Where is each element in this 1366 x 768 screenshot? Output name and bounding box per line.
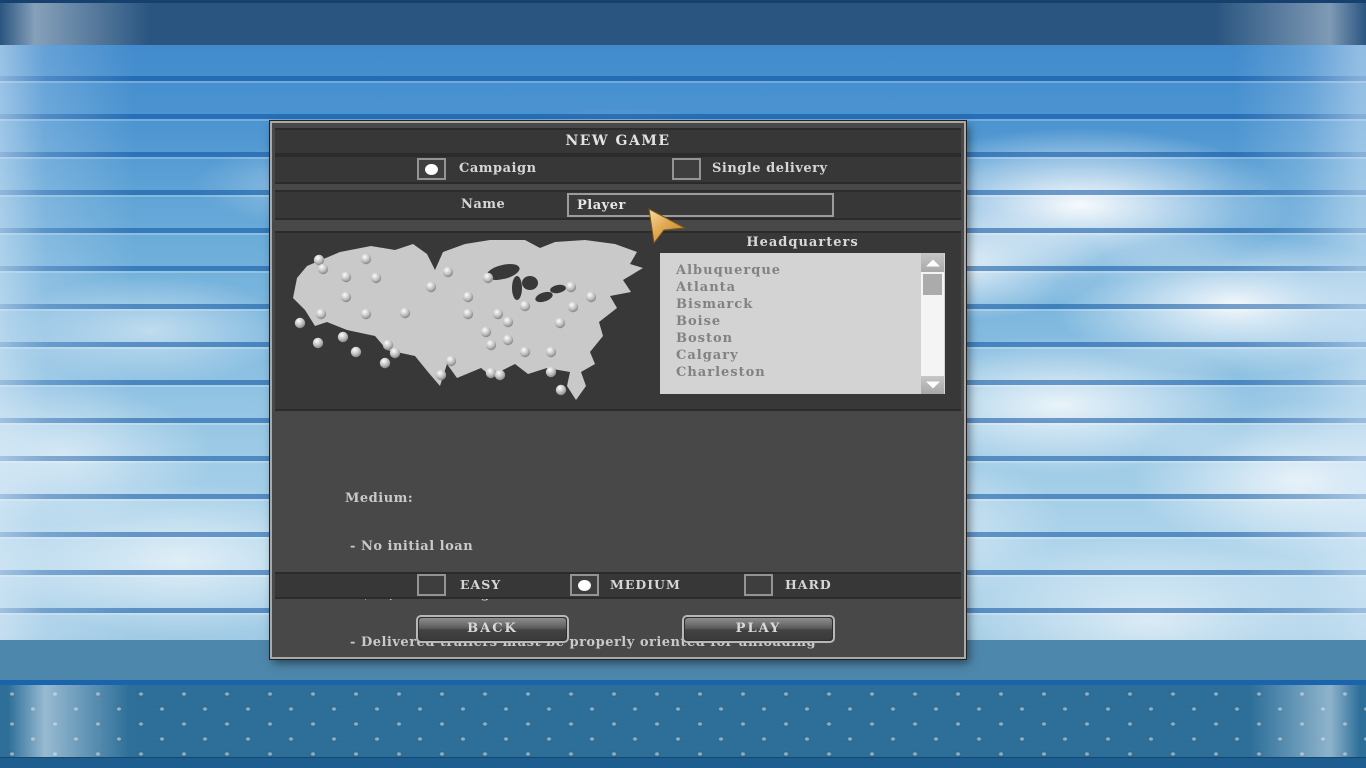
game-screen: NEW GAME Campaign Single delivery Name H… xyxy=(0,0,1366,768)
list-item[interactable]: Calgary xyxy=(660,347,945,364)
medium-radio[interactable] xyxy=(570,574,599,596)
campaign-radio-dot xyxy=(425,164,438,175)
usa-map xyxy=(285,240,645,404)
play-button[interactable]: PLAY xyxy=(682,615,835,643)
scrollbar-thumb[interactable] xyxy=(923,274,942,295)
player-name-input[interactable] xyxy=(567,193,834,217)
single-delivery-checkbox[interactable] xyxy=(672,158,701,180)
headquarters-list: Albuquerque Atlanta Bismarck Boise Bosto… xyxy=(660,253,945,394)
scroll-down-button[interactable] xyxy=(921,376,944,394)
back-button-label: BACK xyxy=(419,618,566,640)
medium-radio-dot xyxy=(578,580,591,591)
medium-label: MEDIUM xyxy=(610,577,681,592)
easy-radio[interactable] xyxy=(417,574,446,596)
list-item[interactable]: Charleston xyxy=(660,364,945,381)
back-button[interactable]: BACK xyxy=(416,615,569,643)
list-item[interactable]: Albuquerque xyxy=(660,253,945,279)
play-button-label: PLAY xyxy=(685,618,832,640)
difficulty-description-title: Medium: xyxy=(345,491,816,507)
difficulty-description: Medium: - No initial loan - $20,000 star… xyxy=(345,459,816,683)
scroll-up-button[interactable] xyxy=(921,253,944,272)
bottom-strip xyxy=(0,757,1366,768)
list-item[interactable]: Boise xyxy=(660,313,945,330)
hard-label: HARD xyxy=(785,577,832,592)
usa-map-silhouette xyxy=(293,240,643,400)
single-delivery-label: Single delivery xyxy=(712,161,828,176)
mode-row xyxy=(275,155,961,184)
new-game-dialog: NEW GAME Campaign Single delivery Name H… xyxy=(270,121,966,659)
scrollbar-track[interactable] xyxy=(921,253,944,394)
difficulty-description-line: - No initial loan xyxy=(345,539,816,555)
hard-radio[interactable] xyxy=(744,574,773,596)
scroll-down-icon xyxy=(926,382,940,389)
campaign-label: Campaign xyxy=(459,161,537,176)
top-navy-band xyxy=(0,0,1366,45)
headquarters-label: Headquarters xyxy=(660,235,945,250)
scroll-up-icon xyxy=(926,259,940,266)
name-label: Name xyxy=(461,197,505,212)
dialog-title: NEW GAME xyxy=(275,128,961,155)
riveted-panel xyxy=(0,685,1366,757)
easy-label: EASY xyxy=(460,577,501,592)
list-item[interactable]: Atlanta xyxy=(660,279,945,296)
list-item[interactable]: Boston xyxy=(660,330,945,347)
list-item[interactable]: Bismarck xyxy=(660,296,945,313)
campaign-radio[interactable] xyxy=(417,158,446,180)
